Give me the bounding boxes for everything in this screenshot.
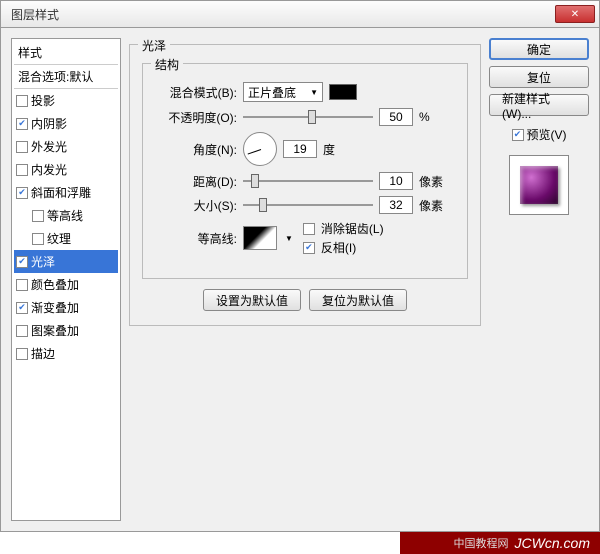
sidebar-checkbox[interactable]: ✔ [16,302,28,314]
opacity-unit: % [419,110,447,124]
sidebar-item-label: 颜色叠加 [31,276,79,293]
sidebar-checkbox[interactable] [16,95,28,107]
ok-button[interactable]: 确定 [489,38,589,60]
window-title: 图层样式 [11,6,555,23]
sidebar-checkbox[interactable]: ✔ [16,187,28,199]
sidebar-blend-default[interactable]: 混合选项:默认 [14,65,118,89]
sidebar-item-10[interactable]: 图案叠加 [14,319,118,342]
reset-default-button[interactable]: 复位为默认值 [309,289,407,311]
panel-title: 光泽 [138,37,170,54]
distance-unit: 像素 [419,173,447,190]
antialias-checkbox[interactable] [303,223,315,235]
sidebar-item-label: 斜面和浮雕 [31,184,91,201]
sidebar-item-label: 纹理 [47,230,71,247]
angle-unit: 度 [323,141,351,158]
sidebar-item-label: 内发光 [31,161,67,178]
size-label: 大小(S): [157,197,237,214]
sidebar-item-label: 渐变叠加 [31,299,79,316]
blend-mode-select[interactable]: 正片叠底 ▼ [243,82,323,102]
sidebar-checkbox[interactable] [16,279,28,291]
chevron-down-icon: ▼ [310,88,318,97]
sidebar-header: 样式 [14,41,118,65]
size-slider[interactable] [243,196,373,214]
sidebar-item-0[interactable]: 投影 [14,89,118,112]
preview-thumbnail [509,155,569,215]
right-column: 确定 复位 新建样式(W)... ✔ 预览(V) [489,38,589,521]
color-swatch[interactable] [329,84,357,100]
sidebar-item-label: 图案叠加 [31,322,79,339]
sidebar-checkbox[interactable] [16,164,28,176]
sidebar-item-6[interactable]: 纹理 [14,227,118,250]
contour-picker[interactable] [243,226,277,250]
sidebar-item-label: 描边 [31,345,55,362]
sidebar-item-label: 外发光 [31,138,67,155]
angle-input[interactable]: 19 [283,140,317,158]
sidebar-item-label: 光泽 [31,253,55,270]
cancel-button[interactable]: 复位 [489,66,589,88]
sidebar-item-2[interactable]: 外发光 [14,135,118,158]
sidebar-item-4[interactable]: ✔斜面和浮雕 [14,181,118,204]
antialias-label: 消除锯齿(L) [321,220,384,237]
titlebar: 图层样式 ✕ [0,0,600,28]
sidebar-item-label: 等高线 [47,207,83,224]
sidebar-checkbox[interactable] [32,210,44,222]
structure-legend: 结构 [151,56,183,73]
size-unit: 像素 [419,197,447,214]
close-button[interactable]: ✕ [555,5,595,23]
sidebar-item-label: 投影 [31,92,55,109]
size-input[interactable]: 32 [379,196,413,214]
sidebar-item-8[interactable]: 颜色叠加 [14,273,118,296]
chevron-down-icon[interactable]: ▼ [285,234,293,243]
angle-dial[interactable] [243,132,277,166]
contour-label: 等高线: [157,230,237,247]
invert-checkbox[interactable]: ✔ [303,242,315,254]
sidebar-checkbox[interactable] [16,141,28,153]
sidebar-item-label: 内阴影 [31,115,67,132]
sidebar-checkbox[interactable]: ✔ [16,256,28,268]
sidebar-checkbox[interactable] [32,233,44,245]
distance-slider[interactable] [243,172,373,190]
preview-checkbox[interactable]: ✔ [512,129,524,141]
sidebar-item-1[interactable]: ✔内阴影 [14,112,118,135]
invert-label: 反相(I) [321,239,356,256]
sidebar-checkbox[interactable] [16,325,28,337]
opacity-slider[interactable] [243,108,373,126]
styles-sidebar: 样式 混合选项:默认 投影✔内阴影外发光内发光✔斜面和浮雕等高线纹理✔光泽颜色叠… [11,38,121,521]
angle-label: 角度(N): [157,141,237,158]
distance-input[interactable]: 10 [379,172,413,190]
sidebar-item-7[interactable]: ✔光泽 [14,250,118,273]
sidebar-item-3[interactable]: 内发光 [14,158,118,181]
blend-mode-label: 混合模式(B): [157,84,237,101]
distance-label: 距离(D): [157,173,237,190]
opacity-input[interactable]: 50 [379,108,413,126]
preview-label: 预览(V) [527,126,567,143]
main-panel: 光泽 结构 混合模式(B): 正片叠底 ▼ 不透明度(O): [129,38,481,521]
opacity-label: 不透明度(O): [157,109,237,126]
sidebar-checkbox[interactable] [16,348,28,360]
sidebar-item-5[interactable]: 等高线 [14,204,118,227]
watermark: 中国教程网 JCWcn.com [400,532,600,554]
new-style-button[interactable]: 新建样式(W)... [489,94,589,116]
blend-mode-value: 正片叠底 [248,84,296,101]
sidebar-item-9[interactable]: ✔渐变叠加 [14,296,118,319]
sidebar-item-11[interactable]: 描边 [14,342,118,365]
set-default-button[interactable]: 设置为默认值 [203,289,301,311]
close-icon: ✕ [571,9,579,20]
sidebar-checkbox[interactable]: ✔ [16,118,28,130]
